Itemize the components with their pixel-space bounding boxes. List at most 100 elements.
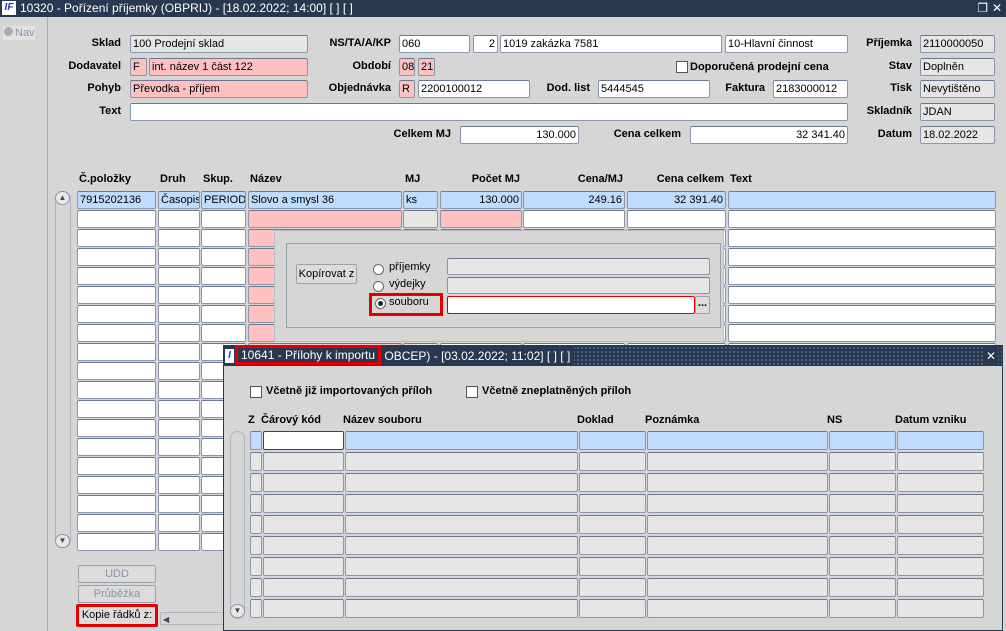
sub-table-cell[interactable] (579, 599, 646, 618)
objednavka-code-field[interactable]: R (399, 80, 415, 98)
radio-souboru[interactable] (375, 298, 386, 309)
sub-table-cell[interactable] (345, 473, 578, 492)
sub-table-cell[interactable] (829, 557, 896, 576)
sub-table-cell[interactable] (250, 431, 262, 450)
sub-table-cell[interactable] (263, 599, 344, 618)
table-cell[interactable] (158, 533, 200, 551)
sub-scroll-down-icon[interactable]: ▼ (230, 604, 245, 618)
dodavatel-code-field[interactable]: F (130, 58, 147, 76)
table-cell[interactable] (627, 210, 726, 228)
checkbox-importovane[interactable] (250, 386, 262, 398)
restore-icon[interactable]: ❐ (977, 0, 988, 17)
checkbox-doporucena[interactable] (676, 61, 688, 73)
sub-table-cell[interactable] (250, 515, 262, 534)
faktura-field[interactable]: 2183000012 (773, 80, 848, 98)
table-cell[interactable] (158, 286, 200, 304)
sub-table-cell[interactable] (647, 536, 828, 555)
table-cell[interactable] (158, 362, 200, 380)
table-cell[interactable] (77, 419, 156, 437)
table-cell[interactable] (728, 305, 996, 323)
sub-table-cell[interactable] (579, 515, 646, 534)
table-cell[interactable] (77, 438, 156, 456)
table-cell[interactable] (158, 248, 200, 266)
table-cell[interactable] (158, 400, 200, 418)
sklad-field[interactable]: 100 Prodejní sklad (130, 35, 308, 53)
table-cell[interactable]: 7915202136 (77, 191, 156, 209)
sub-table-cell[interactable] (250, 557, 262, 576)
skladnik-field[interactable]: JDAN (920, 103, 995, 121)
cena-celkem-field[interactable]: 32 341.40 (690, 126, 848, 144)
sub-table-cell[interactable] (647, 452, 828, 471)
sub-table-cell[interactable] (897, 578, 984, 597)
sub-table-cell[interactable] (897, 494, 984, 513)
sub-table-cell[interactable] (829, 536, 896, 555)
table-cell[interactable] (523, 210, 625, 228)
sub-table-cell[interactable] (579, 473, 646, 492)
sub-table-cell[interactable] (345, 452, 578, 471)
scroll-left-icon[interactable]: ◀ (161, 615, 169, 624)
table-cell[interactable] (77, 476, 156, 494)
akce-field[interactable]: 1019 zakázka 7581 (500, 35, 722, 53)
table-cell[interactable] (77, 400, 156, 418)
table-cell[interactable] (77, 248, 156, 266)
table-cell[interactable] (728, 324, 996, 342)
table-cell[interactable] (201, 305, 246, 323)
table-cell[interactable] (77, 495, 156, 513)
dodavatel-field[interactable]: int. název 1 část 122 (149, 58, 308, 76)
table-cell[interactable] (728, 229, 996, 247)
sub-table-cell[interactable] (250, 494, 262, 513)
sub-table-cell[interactable] (897, 452, 984, 471)
sub-table-cell[interactable] (829, 599, 896, 618)
table-cell[interactable] (158, 438, 200, 456)
sub-table-cell[interactable] (647, 431, 828, 450)
table-cell[interactable] (77, 324, 156, 342)
table-cell[interactable] (77, 210, 156, 228)
sub-table-cell[interactable] (263, 452, 344, 471)
table-cell[interactable] (728, 248, 996, 266)
sub-table-cell[interactable] (263, 536, 344, 555)
sub-table-cell[interactable] (579, 494, 646, 513)
sub-scrollbar[interactable] (230, 431, 245, 619)
sub-table-cell[interactable] (263, 578, 344, 597)
sub-table-cell[interactable] (579, 452, 646, 471)
table-cell[interactable] (158, 210, 200, 228)
table-cell[interactable] (77, 229, 156, 247)
table-cell[interactable] (728, 286, 996, 304)
sub-table-cell[interactable] (829, 473, 896, 492)
sub-table-cell[interactable] (579, 557, 646, 576)
checkbox-zneplatnene[interactable] (466, 386, 478, 398)
table-cell[interactable] (201, 286, 246, 304)
sub-table-cell[interactable] (345, 494, 578, 513)
stav-field[interactable]: Doplněn (920, 58, 995, 76)
soubor-field[interactable] (447, 296, 695, 314)
sub-table-cell[interactable] (897, 557, 984, 576)
table-cell[interactable] (77, 267, 156, 285)
table-cell[interactable]: Slovo a smysl 36 (248, 191, 402, 209)
radio-prijemky[interactable] (373, 264, 384, 275)
table-cell[interactable] (158, 495, 200, 513)
sub-table-cell[interactable] (579, 578, 646, 597)
table-cell[interactable]: ks (403, 191, 438, 209)
sub-table-cell[interactable] (345, 599, 578, 618)
ns-field[interactable]: 060 (399, 35, 470, 53)
table-cell[interactable] (77, 362, 156, 380)
table-cell[interactable]: 249.16 (523, 191, 625, 209)
sub-table-cell[interactable] (345, 536, 578, 555)
sub-table-cell[interactable] (647, 494, 828, 513)
nav-radio[interactable]: Nav (3, 26, 35, 40)
table-cell[interactable] (728, 267, 996, 285)
sub-table-cell[interactable] (897, 536, 984, 555)
table-cell[interactable] (201, 229, 246, 247)
table-cell[interactable] (403, 210, 438, 228)
prubezka-button[interactable]: Průběžka (78, 585, 156, 603)
sub-table-cell[interactable] (647, 473, 828, 492)
sub-table-cell[interactable] (250, 599, 262, 618)
table-cell[interactable] (77, 286, 156, 304)
sub-table-cell[interactable] (345, 557, 578, 576)
sub-table-cell[interactable] (345, 431, 578, 450)
sub-table-cell[interactable] (263, 557, 344, 576)
sub-table-cell[interactable] (579, 536, 646, 555)
table-cell[interactable]: 32 391.40 (627, 191, 726, 209)
sub-table-cell[interactable] (579, 431, 646, 450)
table-cell[interactable]: Časopis (158, 191, 200, 209)
